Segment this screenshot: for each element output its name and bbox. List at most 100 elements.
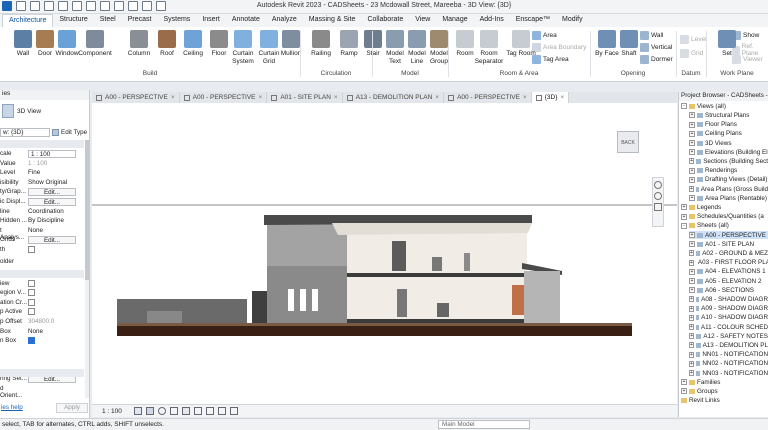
column-button[interactable]: Column bbox=[124, 30, 154, 58]
browser-item[interactable]: + Sections (Building Sect bbox=[689, 157, 768, 166]
property-edit-button[interactable]: Edit... bbox=[28, 188, 76, 197]
property-checkbox[interactable] bbox=[28, 298, 35, 306]
show-crop-icon[interactable] bbox=[206, 407, 214, 415]
shadows-icon[interactable] bbox=[170, 407, 178, 415]
expand-icon[interactable]: + bbox=[689, 149, 695, 156]
expand-icon[interactable]: + bbox=[689, 268, 695, 275]
view-tab[interactable]: A13 - DEMOLITION PLAN × bbox=[343, 92, 445, 103]
expand-icon[interactable]: + bbox=[689, 158, 695, 165]
browser-item[interactable]: + A13 - DEMOLITION PL bbox=[689, 341, 768, 350]
view-tab[interactable]: A00 - PERSPECTIVE × bbox=[92, 92, 180, 103]
browser-item[interactable]: + Ceiling Plans bbox=[689, 130, 768, 139]
property-value[interactable]: None bbox=[28, 227, 76, 234]
property-checkbox[interactable] bbox=[28, 279, 35, 287]
expand-icon[interactable]: + bbox=[681, 204, 687, 211]
browser-item[interactable]: + NN01 - NOTIFICATION bbox=[689, 350, 768, 359]
property-value[interactable]: Show Original bbox=[28, 179, 76, 186]
property-value[interactable]: Coordination bbox=[28, 208, 76, 215]
browser-item[interactable]: - Sheets (all) bbox=[681, 222, 768, 231]
expand-icon[interactable]: + bbox=[681, 213, 687, 220]
browser-item[interactable]: + A03 - FIRST FLOOR PLA bbox=[689, 258, 768, 267]
properties-scrollbar[interactable] bbox=[85, 140, 89, 398]
browser-item[interactable]: + A00 - PERSPECTIVE bbox=[689, 230, 768, 240]
ribbon-tab-add-ins[interactable]: Add-Ins bbox=[474, 14, 510, 27]
ribbon-tab-precast[interactable]: Precast bbox=[122, 14, 158, 27]
properties-scroll-thumb[interactable] bbox=[85, 140, 89, 280]
dormer-button[interactable]: Dormer bbox=[640, 55, 673, 64]
expand-icon[interactable]: + bbox=[689, 342, 695, 349]
ribbon-tab-steel[interactable]: Steel bbox=[94, 14, 122, 27]
browser-item[interactable]: + Groups bbox=[681, 387, 768, 396]
ribbon-tab-enscape-[interactable]: Enscape™ bbox=[510, 14, 556, 27]
browser-item[interactable]: + Area Plans (Rentable) bbox=[689, 194, 768, 203]
ribbon-tab-annotate[interactable]: Annotate bbox=[226, 14, 266, 27]
tag-area-button[interactable]: Tag Area bbox=[532, 55, 569, 64]
expand-icon[interactable]: + bbox=[689, 287, 695, 294]
grid-button[interactable]: Grid bbox=[680, 49, 703, 58]
browser-item[interactable]: Revit Links bbox=[681, 396, 768, 405]
sun-path-icon[interactable] bbox=[158, 407, 166, 415]
properties-help-link[interactable]: ies help bbox=[1, 404, 23, 411]
ribbon-tab-manage[interactable]: Manage bbox=[436, 14, 473, 27]
ribbon-group-circulation[interactable]: Circulation bbox=[300, 70, 372, 77]
edit-type-button[interactable]: Edit Type bbox=[52, 128, 88, 137]
ribbon-group-opening[interactable]: Opening bbox=[590, 70, 676, 77]
close-icon[interactable]: × bbox=[523, 94, 527, 101]
ribbon-tab-insert[interactable]: Insert bbox=[196, 14, 226, 27]
steering-wheel-icon[interactable] bbox=[654, 181, 662, 189]
mullion-button[interactable]: Mullion bbox=[276, 30, 306, 58]
browser-item[interactable]: + A01 - SITE PLAN bbox=[689, 240, 768, 249]
room-separator-button[interactable]: Room Separator bbox=[474, 30, 504, 66]
zoom-icon[interactable] bbox=[654, 192, 662, 200]
browser-item[interactable]: + A09 - SHADOW DIAGR bbox=[689, 304, 768, 313]
expand-icon[interactable]: + bbox=[689, 250, 694, 257]
ribbon-group-work-plane[interactable]: Work Plane bbox=[706, 70, 768, 77]
expand-icon[interactable]: + bbox=[689, 121, 695, 128]
ribbon-tab-view[interactable]: View bbox=[409, 14, 436, 27]
expand-icon[interactable]: + bbox=[689, 112, 695, 119]
expand-icon[interactable]: + bbox=[689, 324, 694, 331]
ribbon-group-datum[interactable]: Datum bbox=[676, 70, 706, 77]
browser-item[interactable]: + Elevations (Building El bbox=[689, 148, 768, 157]
close-icon[interactable]: × bbox=[334, 94, 338, 101]
browser-item[interactable]: + A08 - SHADOW DIAGR bbox=[689, 295, 768, 304]
property-value[interactable]: Fine bbox=[28, 169, 76, 176]
viewcube[interactable]: BACK bbox=[617, 131, 639, 153]
browser-item[interactable]: +3D Views bbox=[689, 139, 768, 148]
type-selector[interactable]: 3D View bbox=[0, 100, 90, 124]
camera-section-header[interactable] bbox=[0, 269, 84, 278]
expand-icon[interactable]: + bbox=[689, 130, 695, 137]
ribbon-group-build[interactable]: Build bbox=[0, 70, 300, 77]
browser-item[interactable]: + Structural Plans bbox=[689, 111, 768, 120]
collapse-icon[interactable]: - bbox=[681, 103, 687, 110]
browser-item[interactable]: + A06 - SECTIONS bbox=[689, 286, 768, 295]
property-value[interactable]: By Discipline bbox=[28, 217, 76, 224]
tag-room-button[interactable]: Tag Room bbox=[506, 30, 536, 58]
property-checkbox[interactable] bbox=[28, 308, 35, 316]
browser-item[interactable]: + NN02 - NOTIFICATION bbox=[689, 360, 768, 369]
expand-icon[interactable]: + bbox=[689, 195, 695, 202]
expand-icon[interactable]: + bbox=[689, 314, 694, 321]
ribbon-tab-systems[interactable]: Systems bbox=[157, 14, 196, 27]
expand-icon[interactable]: + bbox=[689, 305, 694, 312]
browser-item[interactable]: + Schedules/Quantities (a bbox=[681, 212, 768, 221]
ribbon-tab-massing-site[interactable]: Massing & Site bbox=[303, 14, 362, 27]
expand-icon[interactable]: + bbox=[689, 259, 694, 266]
browser-item[interactable]: + A02 - GROUND & MEZ bbox=[689, 249, 768, 258]
ribbon-group-room-area[interactable]: Room & Area bbox=[448, 70, 590, 77]
browser-item[interactable]: + Families bbox=[681, 378, 768, 387]
railing-button[interactable]: Railing bbox=[306, 30, 336, 58]
graphics-section-header[interactable] bbox=[0, 140, 84, 148]
property-value[interactable]: None bbox=[28, 328, 76, 335]
browser-item[interactable]: + A10 - SHADOW DIAGR bbox=[689, 314, 768, 323]
expand-icon[interactable]: + bbox=[689, 167, 695, 174]
ribbon-group-model[interactable]: Model bbox=[372, 70, 448, 77]
visual-style-icon[interactable] bbox=[146, 407, 154, 415]
browser-item[interactable]: + Legends bbox=[681, 203, 768, 212]
browser-item[interactable]: + A04 - ELEVATIONS 1 bbox=[689, 268, 768, 277]
detail-level-icon[interactable] bbox=[134, 407, 142, 415]
ribbon-tab-architecture[interactable]: Architecture bbox=[2, 14, 54, 27]
view-tab[interactable]: A01 - SITE PLAN × bbox=[267, 92, 343, 103]
view-tab[interactable]: {3D} × bbox=[531, 92, 570, 103]
view-tab[interactable]: A00 - PERSPECTIVE × bbox=[444, 92, 532, 103]
